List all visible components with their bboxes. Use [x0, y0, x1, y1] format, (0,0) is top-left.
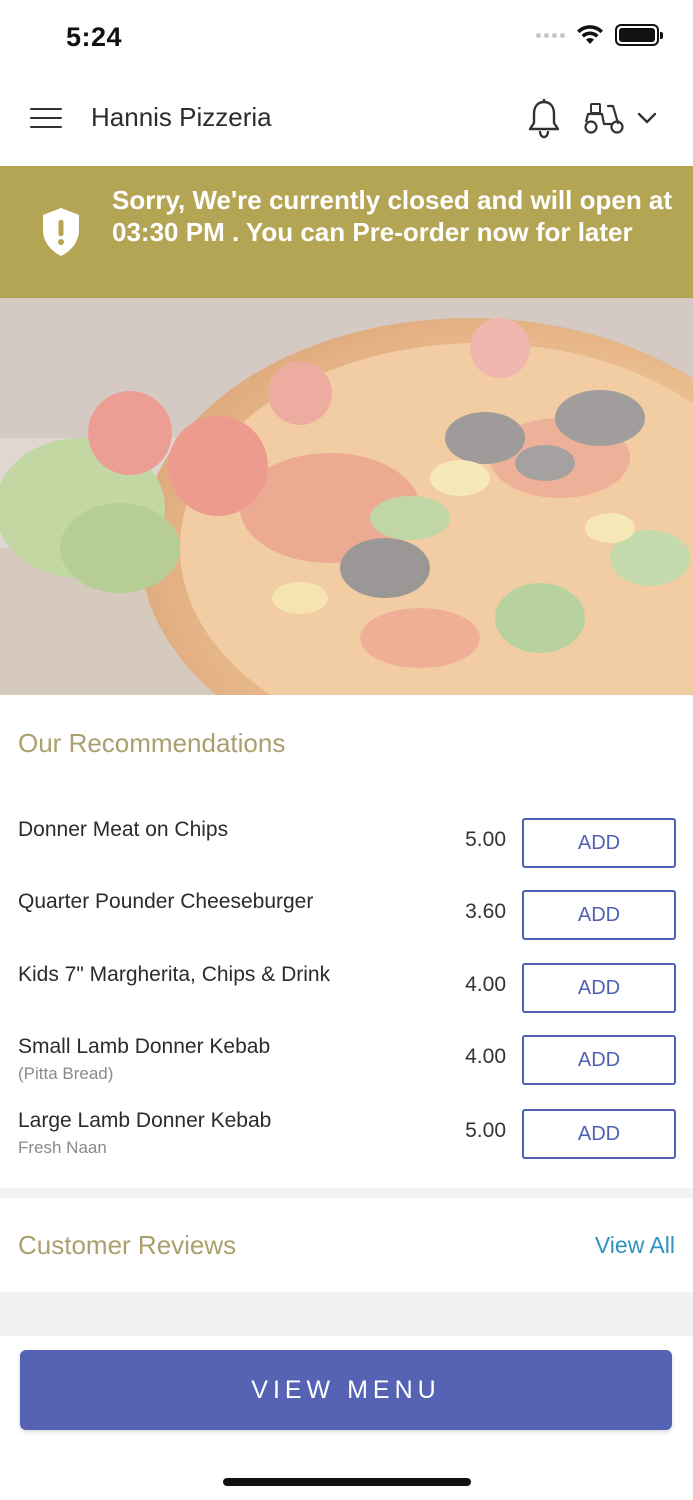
item-price: 5.00	[465, 1119, 506, 1142]
wifi-icon	[577, 25, 603, 44]
item-name: Large Lamb Donner Kebab	[18, 1109, 272, 1132]
list-item: Small Lamb Donner Kebab (Pitta Bread) 4.…	[0, 1017, 693, 1087]
list-item: Kids 7" Margherita, Chips & Drink 4.00 A…	[0, 945, 693, 1015]
recommendations-title: Our Recommendations	[18, 728, 286, 758]
item-subtitle: (Pitta Bread)	[18, 1064, 114, 1083]
view-menu-button[interactable]: VIEW MENU	[20, 1350, 672, 1430]
item-name: Small Lamb Donner Kebab	[18, 1035, 271, 1058]
bottom-bar: VIEW MENU	[0, 1336, 693, 1500]
view-all-link[interactable]: View All	[595, 1232, 675, 1259]
status-bar: 5:24	[0, 0, 693, 72]
customer-reviews-section: Customer Reviews View All	[0, 1198, 693, 1292]
status-icons	[536, 24, 663, 46]
item-name: Kids 7" Margherita, Chips & Drink	[18, 963, 331, 986]
hero-image	[0, 298, 693, 695]
add-button[interactable]: ADD	[522, 1109, 676, 1159]
item-name: Donner Meat on Chips	[18, 818, 229, 841]
reviews-title: Customer Reviews	[18, 1230, 237, 1260]
restaurant-name: Hannis Pizzeria	[91, 102, 272, 132]
add-button[interactable]: ADD	[522, 1035, 676, 1085]
home-indicator	[223, 1478, 471, 1486]
closed-notice-banner: Sorry, We're currently closed and will o…	[0, 166, 693, 298]
cellular-signal-icon	[536, 32, 565, 38]
closed-notice-text: Sorry, We're currently closed and will o…	[112, 185, 673, 247]
item-price: 5.00	[465, 828, 506, 851]
delivery-mode-selector[interactable]	[582, 100, 658, 136]
battery-icon	[615, 24, 663, 46]
list-item: Donner Meat on Chips 5.00 ADD	[0, 800, 693, 870]
list-item: Large Lamb Donner Kebab Fresh Naan 5.00 …	[0, 1091, 693, 1161]
reviews-content-area	[0, 1292, 693, 1336]
app-header: Hannis Pizzeria	[0, 72, 693, 166]
item-subtitle: Fresh Naan	[18, 1138, 107, 1157]
status-time: 5:24	[66, 22, 123, 52]
shield-alert-icon	[43, 208, 79, 256]
item-price: 4.00	[465, 973, 506, 996]
scooter-icon	[584, 103, 624, 134]
item-price: 4.00	[465, 1045, 506, 1068]
add-button[interactable]: ADD	[522, 818, 676, 868]
section-divider	[0, 1188, 693, 1198]
add-button[interactable]: ADD	[522, 963, 676, 1013]
chevron-down-icon	[637, 112, 657, 124]
list-item: Quarter Pounder Cheeseburger 3.60 ADD	[0, 872, 693, 942]
add-button[interactable]: ADD	[522, 890, 676, 940]
item-price: 3.60	[465, 900, 506, 923]
item-name: Quarter Pounder Cheeseburger	[18, 890, 314, 913]
bell-icon[interactable]	[526, 98, 562, 140]
menu-icon[interactable]	[30, 108, 62, 130]
